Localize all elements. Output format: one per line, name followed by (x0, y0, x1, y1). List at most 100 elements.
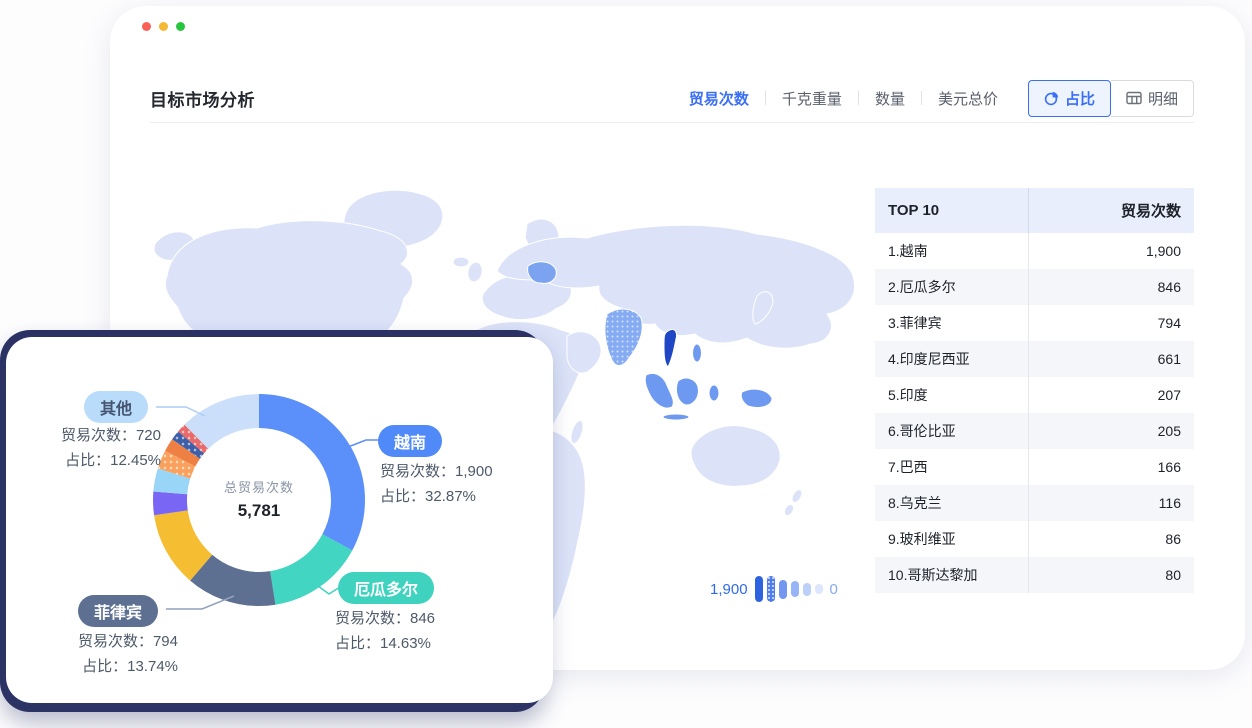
stat-trade-count: 贸易次数：720 (11, 423, 161, 448)
total-label: 总贸易次数 (179, 477, 339, 496)
map-new-zealand (783, 503, 796, 517)
tab-separator (858, 91, 859, 105)
row-country: 4.印度尼西亚 (875, 349, 1028, 369)
tab-separator (765, 91, 766, 105)
header-top10: TOP 10 (875, 202, 1028, 219)
tab-separator (921, 91, 922, 105)
tab-trade-count[interactable]: 贸易次数 (689, 88, 749, 109)
header-trade-count: 贸易次数 (1028, 188, 1194, 233)
detail-view-button[interactable]: 明细 (1111, 80, 1194, 117)
window-controls (142, 22, 185, 31)
stat-percentage: 占比：12.45% (11, 448, 161, 473)
scale-bar (779, 580, 787, 599)
row-country: 7.巴西 (875, 457, 1028, 477)
table-row: 4.印度尼西亚661 (875, 341, 1194, 377)
map-ukraine-highlight (528, 262, 557, 284)
scale-bar (755, 576, 763, 602)
row-value: 166 (1028, 449, 1194, 485)
table-row: 8.乌克兰116 (875, 485, 1194, 521)
table-row: 6.哥伦比亚205 (875, 413, 1194, 449)
header-divider (150, 122, 1194, 123)
total-value: 5,781 (179, 501, 339, 521)
scale-bar (803, 583, 811, 596)
map-color-scale: 1,900 0 (710, 571, 838, 607)
proportion-view-label: 占比 (1065, 88, 1095, 109)
row-country: 8.乌克兰 (875, 493, 1028, 513)
table-row: 7.巴西166 (875, 449, 1194, 485)
callout-stats-ecuador: 贸易次数：846 占比：14.63% (335, 606, 435, 656)
row-country: 10.哥斯达黎加 (875, 565, 1028, 585)
stat-percentage: 占比：32.87% (380, 484, 493, 509)
map-new-guinea-highlight (741, 389, 772, 407)
callout-stats-philippines: 贸易次数：794 占比：13.74% (26, 629, 178, 679)
row-country: 3.菲律宾 (875, 313, 1028, 333)
table-header-row: TOP 10 贸易次数 (875, 188, 1194, 233)
row-country: 6.哥伦比亚 (875, 421, 1028, 441)
map-malaysia-highlight (645, 373, 673, 408)
scale-bars (755, 576, 823, 602)
map-vietnam-highlight (664, 329, 677, 367)
table-row: 10.哥斯达黎加80 (875, 557, 1194, 593)
row-value: 661 (1028, 341, 1194, 377)
scale-bar (815, 584, 823, 594)
pie-chart-icon (1044, 91, 1059, 106)
callout-pill-other: 其他 (84, 391, 148, 423)
map-middle-east (567, 332, 601, 373)
tab-kg-weight[interactable]: 千克重量 (782, 88, 842, 109)
callout-pill-ecuador: 厄瓜多尔 (338, 572, 434, 604)
table-row: 2.厄瓜多尔846 (875, 269, 1194, 305)
table-row: 9.玻利维亚86 (875, 521, 1194, 557)
detail-view-label: 明细 (1148, 88, 1178, 109)
donut-center-label: 总贸易次数 5,781 (179, 477, 339, 521)
stat-trade-count: 贸易次数：794 (26, 629, 178, 654)
close-window-icon[interactable] (142, 22, 151, 31)
callout-pill-philippines: 菲律宾 (78, 595, 158, 627)
scale-max-value: 1,900 (710, 581, 748, 598)
row-value: 207 (1028, 377, 1194, 413)
map-new-zealand (790, 488, 804, 504)
scale-bar (767, 576, 775, 602)
row-value: 205 (1028, 413, 1194, 449)
scale-bar (791, 581, 799, 597)
map-sulawesi-highlight (709, 385, 719, 401)
top10-table-body: 1.越南1,9002.厄瓜多尔8463.菲律宾7944.印度尼西亚6615.印度… (875, 233, 1194, 593)
stat-trade-count: 贸易次数：846 (335, 606, 435, 631)
row-country: 5.印度 (875, 385, 1028, 405)
stat-percentage: 占比：14.63% (335, 631, 435, 656)
toolbar: 目标市场分析 贸易次数 千克重量 数量 美元总价 占比 (150, 76, 1194, 120)
row-country: 9.玻利维亚 (875, 529, 1028, 549)
map-borneo-highlight (676, 378, 698, 405)
tab-usd-total[interactable]: 美元总价 (938, 88, 998, 109)
row-value: 86 (1028, 521, 1194, 557)
view-switcher: 占比 明细 (1028, 80, 1194, 117)
metric-tabs: 贸易次数 千克重量 数量 美元总价 占比 (689, 80, 1194, 117)
map-philippines-highlight (693, 344, 702, 362)
row-value: 80 (1028, 557, 1194, 593)
scale-min-value: 0 (830, 581, 838, 598)
row-country: 2.厄瓜多尔 (875, 277, 1028, 297)
row-country: 1.越南 (875, 241, 1028, 261)
donut-chart-card: 总贸易次数 5,781 其他 贸易次数：720 占比：12.45% 越南 贸易次… (6, 337, 553, 703)
page-background: 目标市场分析 贸易次数 千克重量 数量 美元总价 占比 (0, 0, 1252, 728)
callout-pill-vietnam: 越南 (378, 425, 442, 457)
table-row: 3.菲律宾794 (875, 305, 1194, 341)
callout-stats-vietnam: 贸易次数：1,900 占比：32.87% (380, 459, 493, 509)
maximize-window-icon[interactable] (176, 22, 185, 31)
callout-stats-other: 贸易次数：720 占比：12.45% (11, 423, 161, 473)
table-icon (1126, 91, 1142, 105)
table-row: 1.越南1,900 (875, 233, 1194, 269)
callout-line-ecuador (318, 586, 340, 594)
stat-percentage: 占比：13.74% (26, 654, 178, 679)
proportion-view-button[interactable]: 占比 (1028, 80, 1111, 117)
table-row: 5.印度207 (875, 377, 1194, 413)
minimize-window-icon[interactable] (159, 22, 168, 31)
map-australia (691, 426, 780, 487)
tab-quantity[interactable]: 数量 (875, 88, 905, 109)
map-madagascar (569, 419, 586, 445)
row-value: 1,900 (1028, 233, 1194, 269)
row-value: 116 (1028, 485, 1194, 521)
row-value: 794 (1028, 305, 1194, 341)
row-value: 846 (1028, 269, 1194, 305)
map-java-highlight (663, 414, 689, 420)
callout-line-vietnam (348, 440, 380, 447)
